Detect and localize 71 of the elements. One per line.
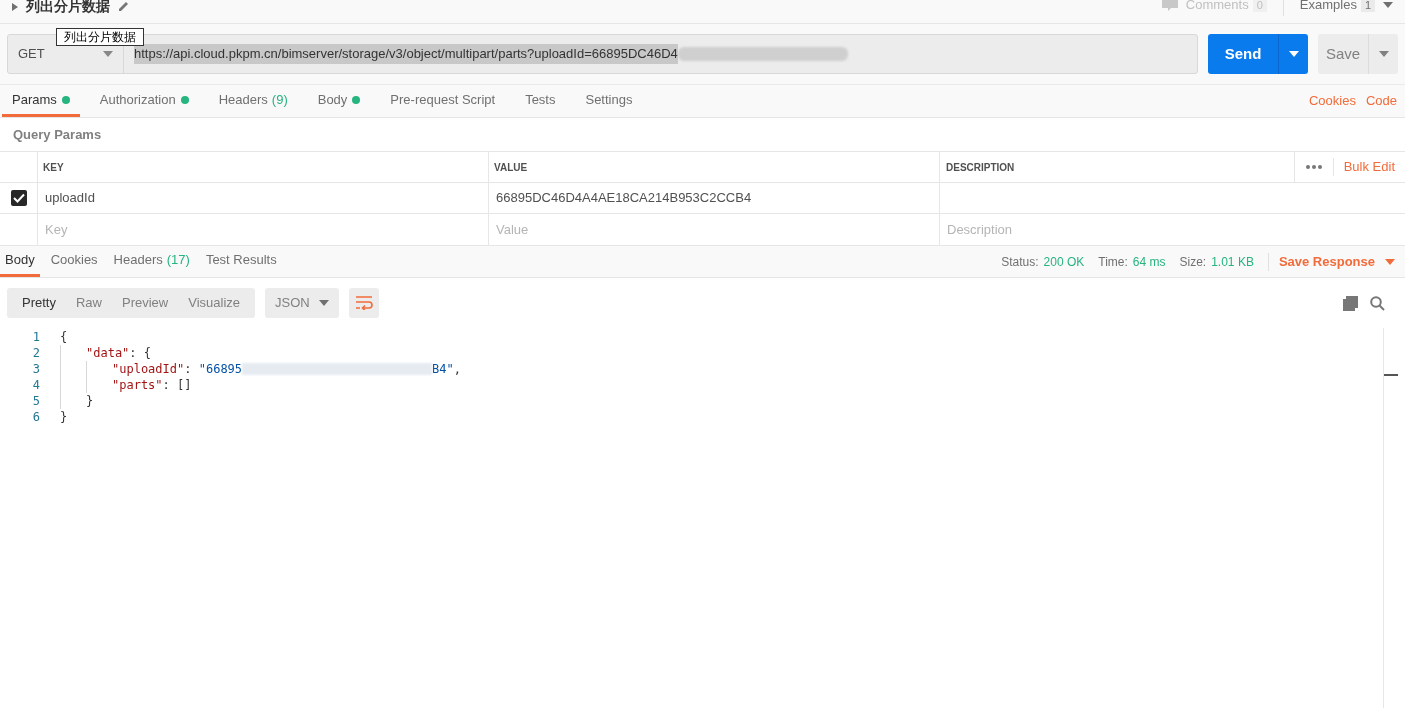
save-options-button[interactable] bbox=[1368, 34, 1398, 74]
meta-value: 200 OK bbox=[1043, 253, 1085, 271]
view-mode-button[interactable]: Pretty bbox=[12, 288, 66, 318]
view-mode-button[interactable]: Preview bbox=[112, 288, 179, 318]
response-tab[interactable]: Headers (17) bbox=[108, 246, 195, 277]
code-token: , bbox=[453, 361, 461, 377]
input-field[interactable]: uploadId bbox=[38, 183, 489, 213]
request-tab[interactable]: Body bbox=[307, 85, 371, 117]
code-token: "data" bbox=[86, 345, 130, 361]
response-tab[interactable]: Test Results bbox=[200, 246, 282, 277]
code-token: } bbox=[60, 409, 68, 425]
request-title: 列出分片数据 bbox=[26, 0, 110, 14]
line-number: 4 bbox=[31, 377, 40, 393]
line-number: 5 bbox=[31, 393, 40, 409]
bulk-edit-link[interactable]: Bulk Edit bbox=[1333, 157, 1405, 177]
link[interactable]: Code bbox=[1365, 85, 1397, 117]
send-options-button[interactable] bbox=[1278, 34, 1308, 74]
wrap-icon bbox=[355, 296, 374, 310]
code-token: "66895 bbox=[198, 361, 243, 377]
meta-value: 1.01 KB bbox=[1211, 253, 1254, 271]
code-token: B4" bbox=[432, 361, 454, 377]
section-title: Query Params bbox=[13, 125, 102, 144]
checkbox[interactable] bbox=[10, 190, 27, 206]
request-tab[interactable]: Settings bbox=[575, 85, 643, 117]
code-token: } bbox=[86, 393, 94, 409]
code-token: : [] bbox=[162, 377, 192, 393]
code-token: : bbox=[184, 361, 193, 377]
request-tab[interactable]: Pre-request Script bbox=[380, 85, 506, 117]
search-icon[interactable] bbox=[1370, 295, 1385, 311]
request-tab[interactable]: Tests bbox=[515, 85, 566, 117]
code-token: "uploadId" bbox=[112, 361, 185, 377]
code-token: { bbox=[60, 329, 68, 345]
caret-icon bbox=[1378, 51, 1389, 57]
more-icon[interactable] bbox=[1305, 165, 1322, 169]
column-header: VALUE bbox=[489, 152, 940, 182]
caret-icon[interactable] bbox=[12, 3, 18, 11]
copy-icon[interactable] bbox=[1343, 295, 1358, 311]
column-header: DESCRIPTION bbox=[945, 160, 1016, 175]
examples-link[interactable]: Examples bbox=[1299, 0, 1357, 12]
line-number: 3 bbox=[31, 361, 40, 377]
request-tab[interactable]: Authorization bbox=[89, 85, 199, 117]
wrap-button[interactable] bbox=[349, 288, 380, 318]
caret-icon bbox=[1288, 51, 1299, 57]
format-dropdown[interactable]: JSON bbox=[265, 288, 340, 318]
view-mode-button[interactable]: Visualize bbox=[178, 288, 251, 318]
request-tab[interactable]: Headers (9) bbox=[208, 85, 298, 117]
examples-count: 1 bbox=[1360, 0, 1375, 12]
response-tab[interactable]: Cookies bbox=[45, 246, 103, 277]
code-token: : { bbox=[129, 345, 152, 361]
code-token: "parts" bbox=[112, 377, 163, 393]
line-number: 1 bbox=[31, 329, 40, 345]
send-button[interactable]: Send bbox=[1208, 34, 1278, 74]
pencil-icon[interactable] bbox=[118, 0, 130, 12]
meta-label: Size: bbox=[1179, 253, 1207, 271]
save-response-button[interactable]: Save Response bbox=[1268, 246, 1405, 277]
caret-icon bbox=[1383, 2, 1393, 8]
view-mode-button[interactable]: Raw bbox=[65, 288, 112, 318]
request-tab[interactable]: Params bbox=[2, 85, 80, 117]
input-field[interactable]: Description bbox=[940, 214, 1405, 245]
caret-icon bbox=[319, 300, 330, 306]
link[interactable]: Cookies bbox=[1308, 85, 1356, 117]
meta-label: Time: bbox=[1098, 253, 1128, 271]
save-button[interactable]: Save bbox=[1318, 34, 1368, 74]
line-number: 2 bbox=[31, 345, 40, 361]
input-field[interactable]: 66895DC46D4A4AE18CA214B953C2CCB4 bbox=[489, 183, 940, 213]
meta-value: 64 ms bbox=[1132, 253, 1166, 271]
column-header: KEY bbox=[38, 152, 489, 182]
caret-icon bbox=[1385, 258, 1395, 265]
meta-label: Status: bbox=[1001, 253, 1039, 271]
response-tab[interactable]: Body bbox=[0, 246, 40, 277]
line-number: 6 bbox=[31, 409, 40, 425]
